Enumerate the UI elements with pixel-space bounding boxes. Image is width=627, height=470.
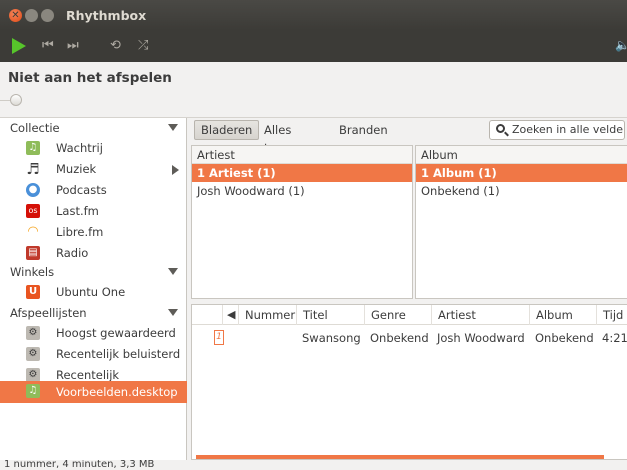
sidebar-item-muziek[interactable]: ♬ Muziek	[0, 159, 187, 180]
album-row[interactable]: 1 Album (1)	[416, 164, 627, 182]
expand-icon[interactable]	[172, 165, 179, 175]
sidebar-item-recentelijk-beluisterd[interactable]: ⚙ Recentelijk beluisterd	[0, 344, 187, 365]
track-position: 1	[214, 330, 224, 345]
column-nummer[interactable]: Nummer	[238, 305, 296, 325]
sidebar-item-lastfm[interactable]: os Last.fm	[0, 201, 187, 222]
collapse-icon[interactable]	[168, 124, 178, 131]
speaker-icon[interactable]: ◀	[222, 305, 238, 325]
track-list: ◀ Nummer Titel Genre Artiest Album Tijd …	[191, 304, 627, 460]
sidebar-item-wachtrij[interactable]: ♫ Wachtrij	[0, 138, 187, 159]
search-icon	[496, 124, 505, 133]
album-row[interactable]: Onbekend (1)	[416, 182, 627, 200]
sidebar-item-voorbeelden-desktop[interactable]: ♫ Voorbeelden.desktop	[0, 381, 187, 403]
column-titel[interactable]: Titel	[296, 305, 364, 325]
artist-browser: Artiest 1 Artiest (1) Josh Woodward (1)	[191, 145, 413, 299]
category-afspeellijsten[interactable]: Afspeellijsten	[0, 303, 187, 323]
gear-icon: ⚙	[26, 347, 40, 361]
column-artiest[interactable]: Artiest	[431, 305, 529, 325]
search-field[interactable]: Zoeken in alle velden	[489, 120, 625, 140]
column-tijd[interactable]: Tijd	[596, 305, 627, 325]
wifi-icon: ◠	[27, 224, 39, 239]
sidebar-item-radio[interactable]: ▤ Radio	[0, 243, 187, 264]
column-album[interactable]: Album	[529, 305, 596, 325]
tab-bladeren[interactable]: Bladeren	[194, 120, 260, 140]
track-time[interactable]: 4:21	[596, 329, 627, 347]
lastfm-icon: os	[26, 204, 40, 218]
category-collectie[interactable]: Collectie	[0, 118, 187, 138]
title-bar: ✕ Rhythmbox	[0, 0, 627, 30]
main-area: Bladeren Alles tonen Branden Zoeken in a…	[188, 118, 627, 460]
previous-icon[interactable]: ⏮	[42, 38, 54, 53]
shuffle-icon[interactable]: ⤮	[138, 38, 149, 53]
gear-icon: ⚙	[26, 326, 40, 340]
music-note-icon: ♬	[26, 160, 40, 178]
podcast-icon: ●	[26, 183, 40, 197]
minimize-window-button[interactable]	[25, 9, 38, 22]
close-window-button[interactable]: ✕	[9, 9, 22, 22]
maximize-window-button[interactable]	[41, 9, 54, 22]
playback-toolbar	[0, 30, 627, 62]
sidebar: Collectie ♫ Wachtrij ♬ Muziek ● Podcasts os…	[0, 118, 187, 460]
gear-icon: ⚙	[26, 368, 40, 382]
album-header[interactable]: Album	[416, 146, 627, 164]
now-playing-label: Niet aan het afspelen	[8, 70, 172, 86]
search-placeholder: Zoeken in alle velden	[512, 123, 625, 136]
tab-branden[interactable]: Branden	[332, 120, 395, 140]
track-artist[interactable]: Josh Woodward	[431, 329, 525, 347]
album-browser: Album 1 Album (1) Onbekend (1)	[415, 145, 627, 299]
track-list-header: ◀ Nummer Titel Genre Artiest Album Tijd	[192, 305, 627, 325]
sidebar-item-podcasts[interactable]: ● Podcasts	[0, 180, 187, 201]
collapse-icon[interactable]	[168, 309, 178, 316]
track-genre[interactable]: Onbekend	[364, 329, 429, 347]
sidebar-item-ubuntu-one[interactable]: U Ubuntu One	[0, 282, 187, 303]
artist-header[interactable]: Artiest	[192, 146, 412, 164]
repeat-icon[interactable]: ⟲	[110, 38, 121, 53]
sidebar-item-librefm[interactable]: ◠ Libre.fm	[0, 222, 187, 243]
next-icon[interactable]: ⏭	[67, 38, 79, 53]
seek-slider[interactable]	[10, 94, 22, 106]
now-playing-area: Niet aan het afspelen	[0, 62, 627, 118]
sidebar-item-hoogst-gewaardeerd[interactable]: ⚙ Hoogst gewaardeerd	[0, 323, 187, 344]
tab-alles-tonen[interactable]: Alles tonen	[257, 120, 304, 155]
track-title[interactable]: Swansong	[296, 329, 361, 347]
queue-icon: ♫	[26, 141, 40, 155]
window-title: Rhythmbox	[66, 8, 147, 23]
play-button[interactable]	[12, 38, 26, 54]
column-genre[interactable]: Genre	[364, 305, 431, 325]
scroll-indicator[interactable]	[196, 455, 604, 459]
ubuntu-one-icon: U	[26, 285, 40, 299]
track-album[interactable]: Onbekend	[529, 329, 594, 347]
playlist-icon: ♫	[26, 384, 40, 398]
artist-row[interactable]: Josh Woodward (1)	[192, 182, 412, 200]
volume-icon[interactable]: 🔈	[615, 38, 627, 52]
status-bar: 1 nummer, 4 minuten, 3,3 MB	[0, 460, 627, 470]
artist-row[interactable]: 1 Artiest (1)	[192, 164, 412, 182]
radio-icon: ▤	[26, 246, 40, 260]
column-position[interactable]	[192, 305, 222, 325]
collapse-icon[interactable]	[168, 268, 178, 275]
seek-track	[0, 100, 10, 101]
category-winkels[interactable]: Winkels	[0, 262, 187, 282]
